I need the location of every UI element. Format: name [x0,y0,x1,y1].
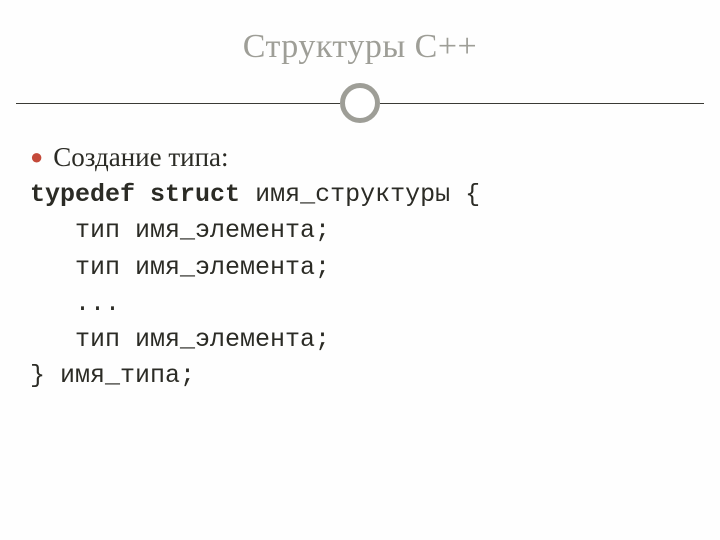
heading-text: Создание типа: [53,142,228,173]
bullet-icon: ● [30,146,43,168]
divider-line-left [16,103,340,104]
title-area: Структуры С++ [0,0,720,66]
code-line-1-rest: имя_структуры { [240,180,480,209]
code-line-6: } имя_типа; [30,361,195,390]
keyword-typedef: typedef [30,180,135,209]
divider-circle-icon [340,83,380,123]
bullet-heading: ● Создание типа: [30,142,690,173]
code-line-4: ... [30,289,120,318]
content-area: ● Создание типа: typedef struct имя_стру… [0,132,720,395]
divider [0,82,720,124]
slide-title: Структуры С++ [0,28,720,66]
code-line-3: тип имя_элемента; [30,253,330,282]
code-block: typedef struct имя_структуры { тип имя_э… [30,177,690,395]
code-line-5: тип имя_элемента; [30,325,330,354]
slide: Структуры С++ ● Создание типа: typedef s… [0,0,720,540]
keyword-struct: struct [150,180,240,209]
divider-line-right [380,103,704,104]
code-line-2: тип имя_элемента; [30,216,330,245]
